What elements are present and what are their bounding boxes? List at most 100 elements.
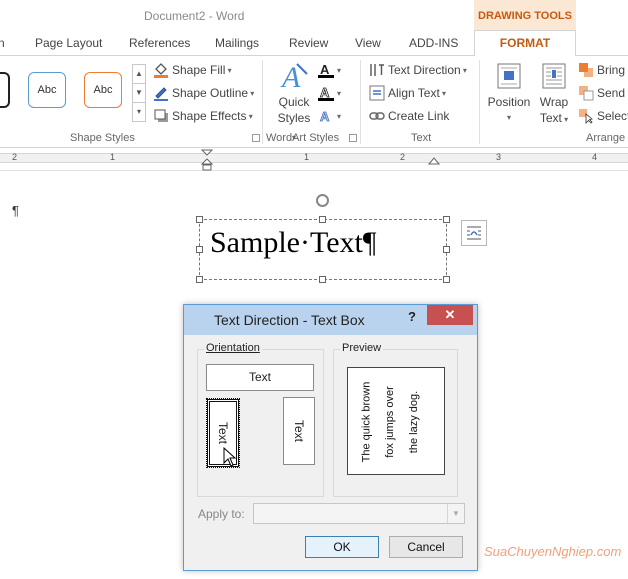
shape-style-orange[interactable]: Abc	[84, 72, 122, 108]
text-outline-icon: A	[318, 85, 334, 101]
wordart-launcher-icon[interactable]	[349, 134, 357, 142]
svg-text:A: A	[320, 109, 330, 124]
tab-review[interactable]: Review	[289, 36, 328, 50]
bring-forward-button[interactable]: Bring	[578, 62, 625, 78]
resize-handle[interactable]	[196, 246, 203, 253]
gallery-up-icon[interactable]: ▲	[133, 65, 145, 84]
orientation-rotate-270-option[interactable]: Text	[283, 397, 315, 465]
ruler-band	[0, 153, 628, 163]
shape-effects-icon	[153, 108, 169, 124]
bring-forward-icon	[578, 62, 594, 78]
gallery-scroll[interactable]: ▲ ▼ ▾	[132, 64, 146, 122]
window-title: Document2 - Word	[144, 9, 245, 23]
drawing-tools-label: DRAWING TOOLS	[474, 0, 576, 32]
rotate-handle-icon[interactable]	[316, 194, 329, 207]
position-button[interactable]: Position ▾	[485, 62, 533, 126]
ribbon: Abc Abc ▲ ▼ ▾ Shape Fill ▾ Shape Outline…	[0, 56, 628, 148]
position-icon	[485, 62, 533, 94]
ruler-number: 1	[304, 152, 310, 162]
text-box-content[interactable]: Sample·Text¶	[210, 226, 376, 260]
ribbon-tabs: n Page Layout References Mailings Review…	[0, 30, 628, 57]
send-backward-icon	[578, 85, 594, 101]
resize-handle[interactable]	[196, 276, 203, 283]
preview-group: Preview The quick brown fox jumps over t…	[333, 342, 458, 497]
resize-handle[interactable]	[443, 246, 450, 253]
apply-to-select[interactable]: ▼	[253, 503, 465, 524]
orientation-label: Orientation	[204, 342, 262, 354]
svg-text:A: A	[320, 62, 330, 77]
dialog-title: Text Direction - Text Box	[214, 312, 365, 328]
tab-format[interactable]: FORMAT	[474, 30, 576, 57]
shape-style-dark[interactable]	[0, 72, 10, 108]
text-direction-dialog: Text Direction - Text Box ? ✕ Orientatio…	[183, 304, 478, 571]
group-label-text: Text	[411, 132, 432, 144]
text-box[interactable]: Sample·Text¶	[196, 216, 450, 283]
paint-bucket-icon	[153, 62, 169, 78]
text-direction-button[interactable]: Text Direction ▾	[369, 62, 467, 78]
right-indent-marker-icon[interactable]	[428, 155, 440, 165]
ruler-number: 3	[496, 152, 502, 162]
text-fill-icon: A	[318, 62, 334, 78]
ok-button[interactable]: OK	[305, 536, 379, 558]
shape-outline-button[interactable]: Shape Outline ▾	[153, 85, 254, 101]
close-button[interactable]: ✕	[427, 305, 473, 325]
selection-pane-button[interactable]: Select	[578, 108, 628, 124]
group-label-arrange: Arrange	[586, 132, 626, 144]
resize-handle[interactable]	[319, 276, 326, 283]
wrap-text-button[interactable]: Wrap Text ▾	[535, 62, 573, 128]
align-text-button[interactable]: Align Text ▾	[369, 85, 446, 101]
cancel-button[interactable]: Cancel	[389, 536, 463, 558]
tab-page-layout[interactable]: Page Layout	[35, 36, 102, 50]
preview-line: fox jumps over	[384, 386, 396, 458]
shape-effects-button[interactable]: Shape Effects ▾	[153, 108, 253, 124]
tab-design-cut[interactable]: n	[0, 36, 5, 50]
align-text-icon	[369, 85, 385, 101]
help-button[interactable]: ?	[408, 309, 416, 324]
preview-line: the lazy dog.	[408, 390, 420, 454]
gallery-more-icon[interactable]: ▾	[133, 103, 145, 122]
tab-mailings[interactable]: Mailings	[215, 36, 259, 50]
layout-options-button[interactable]	[461, 220, 487, 246]
ruler-number: 2	[12, 152, 18, 162]
resize-handle[interactable]	[319, 216, 326, 223]
text-effects-button[interactable]: A ▾	[318, 108, 341, 125]
svg-text:A: A	[320, 85, 330, 100]
text-direction-icon	[369, 62, 385, 78]
apply-to-label: Apply to:	[198, 507, 245, 521]
resize-handle[interactable]	[443, 216, 450, 223]
create-link-button[interactable]: Create Link	[369, 108, 449, 124]
selection-pane-icon	[578, 108, 594, 124]
shape-styles-launcher-icon[interactable]	[252, 134, 260, 142]
link-icon	[369, 108, 385, 124]
pencil-icon	[153, 85, 169, 101]
resize-handle[interactable]	[196, 216, 203, 223]
layout-options-icon	[467, 226, 481, 240]
tab-add-ins[interactable]: ADD-INS	[409, 36, 458, 50]
orientation-horizontal-option[interactable]: Text	[206, 364, 314, 391]
send-backward-button[interactable]: Send	[578, 85, 625, 101]
tab-view[interactable]: View	[355, 36, 381, 50]
tab-references[interactable]: References	[129, 36, 190, 50]
chevron-down-icon[interactable]: ▼	[447, 504, 464, 523]
group-separator	[360, 60, 361, 144]
paragraph-mark: ¶	[12, 203, 19, 218]
gallery-down-icon[interactable]: ▼	[133, 84, 145, 103]
ruler-number: 4	[592, 152, 598, 162]
text-outline-button[interactable]: A ▾	[318, 85, 341, 101]
preview-label: Preview	[340, 342, 384, 354]
preview-line: The quick brown	[360, 381, 372, 463]
orientation-group: Orientation Text Text Text	[197, 342, 324, 497]
horizontal-ruler[interactable]: 2 1 1 2 3 4	[0, 149, 628, 171]
shape-style-blue[interactable]: Abc	[28, 72, 66, 108]
ruler-number: 1	[110, 152, 116, 162]
dialog-title-bar[interactable]: Text Direction - Text Box ? ✕	[184, 305, 477, 335]
watermark-logo: SuaChuyenNghiep.com	[484, 544, 622, 559]
resize-handle[interactable]	[443, 276, 450, 283]
preview-box: The quick brown fox jumps over the lazy …	[347, 367, 445, 475]
shape-fill-button[interactable]: Shape Fill ▾	[153, 62, 232, 78]
mouse-cursor-icon	[223, 447, 237, 467]
indent-marker-icon[interactable]	[200, 149, 214, 171]
text-fill-button[interactable]: A ▾	[318, 62, 341, 78]
group-label-shape-styles: Shape Styles	[70, 132, 135, 144]
group-label-wordart-styles: WordArt Styles	[266, 132, 340, 144]
